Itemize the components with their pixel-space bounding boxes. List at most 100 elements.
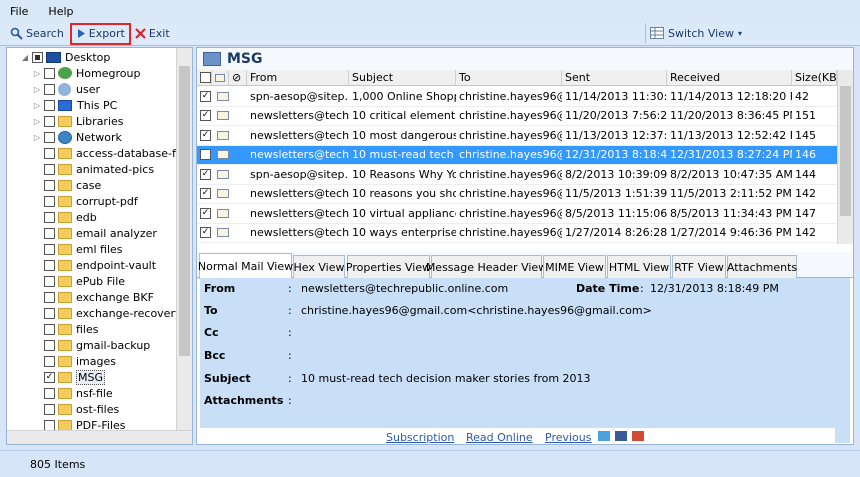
scrollbar-thumb[interactable]: [179, 66, 190, 356]
tree-checkbox[interactable]: [32, 51, 43, 63]
row-checkbox-cell[interactable]: ✓: [197, 204, 212, 223]
column-header-size[interactable]: Size(KB): [792, 70, 837, 85]
tree-checkbox[interactable]: [44, 419, 55, 431]
row-checkbox-cell[interactable]: ✓: [197, 165, 212, 184]
table-row[interactable]: ✓ newsletters@tech... 10 critical elements…: [197, 107, 837, 126]
tree-checkbox[interactable]: [44, 147, 55, 159]
row-checkbox[interactable]: ✓: [200, 207, 211, 219]
twitter-icon[interactable]: [598, 431, 610, 441]
tree-checkbox-checked[interactable]: ✓: [44, 371, 55, 383]
row-checkbox[interactable]: ✓: [200, 129, 211, 141]
row-checkbox[interactable]: ✓: [200, 188, 211, 200]
tree-checkbox[interactable]: [44, 115, 55, 127]
row-checkbox[interactable]: ✓: [200, 110, 211, 122]
search-button[interactable]: Search: [6, 23, 68, 45]
tree-item-this-pc[interactable]: ▷ This PC: [33, 97, 117, 113]
tree-item-folder[interactable]: edb: [41, 209, 97, 225]
tree-item-network[interactable]: ▷ Network: [33, 129, 122, 145]
tree-checkbox[interactable]: [44, 163, 55, 175]
tree-item-folder[interactable]: PDF-Files: [41, 417, 126, 431]
tree-checkbox[interactable]: [44, 243, 55, 255]
expand-arrow-icon[interactable]: ▷: [33, 85, 41, 94]
tree-item-folder[interactable]: images: [41, 353, 116, 369]
tree-checkbox[interactable]: [44, 403, 55, 415]
row-checkbox-cell[interactable]: ✓: [197, 87, 212, 106]
tree-item-folder[interactable]: nsf-file: [41, 385, 113, 401]
row-checkbox[interactable]: ✓: [200, 227, 211, 239]
collapse-arrow-icon[interactable]: ◢: [21, 53, 29, 62]
table-row[interactable]: ✓ newsletters@tech...10 reasons you sho..…: [197, 185, 837, 204]
tab-attachments[interactable]: Attachments: [727, 255, 797, 279]
row-checkbox[interactable]: ✓: [200, 90, 211, 102]
tree-checkbox[interactable]: [44, 275, 55, 287]
row-checkbox-cell[interactable]: ✓: [197, 126, 212, 145]
expand-arrow-icon[interactable]: ▷: [33, 69, 41, 78]
tree-item-folder[interactable]: corrupt-pdf: [41, 193, 138, 209]
checkbox-header[interactable]: [200, 72, 211, 83]
tree-checkbox[interactable]: [44, 227, 55, 239]
table-row[interactable]: ✓ spn-aesop@sitep...10 Reasons Why Yo...c…: [197, 165, 837, 185]
row-checkbox-cell[interactable]: ✓: [197, 224, 212, 243]
tree-item-msg[interactable]: ✓ MSG: [41, 369, 105, 385]
tree-checkbox[interactable]: [44, 323, 55, 335]
tree-checkbox[interactable]: [44, 99, 55, 111]
column-header-subject[interactable]: Subject: [349, 70, 456, 85]
tree-checkbox[interactable]: [44, 387, 55, 399]
row-checkbox-cell[interactable]: ✓: [197, 185, 212, 204]
tree-item-folder[interactable]: case: [41, 177, 101, 193]
tree-item-folder[interactable]: access-database-file: [41, 145, 177, 161]
tree-checkbox[interactable]: [44, 179, 55, 191]
row-checkbox[interactable]: ✓: [200, 149, 211, 161]
row-checkbox-cell[interactable]: ✓: [197, 107, 212, 126]
tree-item-folder[interactable]: exchange-recovery: [41, 305, 177, 321]
tree-checkbox[interactable]: [44, 211, 55, 223]
tree-item-folder[interactable]: gmail-backup: [41, 337, 150, 353]
scrollbar-thumb[interactable]: [840, 86, 851, 216]
tree-item-folder[interactable]: email analyzer: [41, 225, 157, 241]
read-online-link[interactable]: Read Online: [466, 431, 533, 443]
tree-checkbox[interactable]: [44, 195, 55, 207]
export-button[interactable]: Export: [69, 22, 131, 45]
tree-checkbox[interactable]: [44, 291, 55, 303]
tree-item-homegroup[interactable]: ▷ Homegroup: [33, 65, 141, 81]
tree-item-folder[interactable]: animated-pics: [41, 161, 154, 177]
menu-file[interactable]: File: [0, 5, 38, 18]
tree-item-folder[interactable]: eml files: [41, 241, 123, 257]
table-row[interactable]: ✓ newsletters@tech...10 ways enterprise i…: [197, 224, 837, 243]
tree-checkbox[interactable]: [44, 67, 55, 79]
expand-arrow-icon[interactable]: ▷: [33, 101, 41, 110]
previous-link[interactable]: Previous: [545, 431, 592, 443]
row-checkbox[interactable]: ✓: [200, 168, 211, 180]
switch-view-dropdown[interactable]: Switch View ▾: [645, 23, 860, 43]
subscription-link[interactable]: Subscription: [386, 431, 454, 443]
tree-checkbox[interactable]: [44, 339, 55, 351]
column-header-received[interactable]: Received: [667, 70, 792, 85]
tab-hex-view[interactable]: Hex View: [293, 255, 345, 279]
tree-checkbox[interactable]: [44, 83, 55, 95]
tree-checkbox[interactable]: [44, 259, 55, 271]
tree-item-folder[interactable]: ost-files: [41, 401, 119, 417]
facebook-icon[interactable]: [615, 431, 627, 441]
expand-arrow-icon[interactable]: ▷: [33, 133, 41, 142]
tree-item-user[interactable]: ▷ user: [33, 81, 100, 97]
tree-vertical-scrollbar[interactable]: [176, 48, 192, 431]
tree-checkbox[interactable]: [44, 355, 55, 367]
grid-vertical-scrollbar[interactable]: [837, 70, 853, 244]
google-plus-icon[interactable]: [632, 431, 644, 441]
column-header-sent[interactable]: Sent: [562, 70, 667, 85]
row-checkbox-cell[interactable]: ✓: [197, 146, 212, 165]
table-row[interactable]: ✓ newsletters@tech...10 must-read tech d.…: [197, 145, 837, 165]
tree-item-folder[interactable]: files: [41, 321, 98, 337]
tree-item-desktop[interactable]: ◢ Desktop: [21, 49, 110, 65]
tree-item-folder[interactable]: endpoint-vault: [41, 257, 156, 273]
expand-arrow-icon[interactable]: ▷: [33, 117, 41, 126]
tab-html-view[interactable]: HTML View: [607, 255, 671, 279]
tree-item-folder[interactable]: exchange BKF: [41, 289, 154, 305]
tab-message-header-view[interactable]: Message Header View: [426, 255, 547, 279]
tab-normal-mail-view[interactable]: Normal Mail View: [198, 253, 293, 279]
exit-button[interactable]: Exit: [131, 23, 174, 45]
table-row[interactable]: ✓ spn-aesop@sitep...1,000 Online Shopp...…: [197, 87, 837, 107]
tree-checkbox[interactable]: [44, 307, 55, 319]
tree-item-libraries[interactable]: ▷ Libraries: [33, 113, 124, 129]
tab-rtf-view[interactable]: RTF View: [672, 255, 726, 279]
